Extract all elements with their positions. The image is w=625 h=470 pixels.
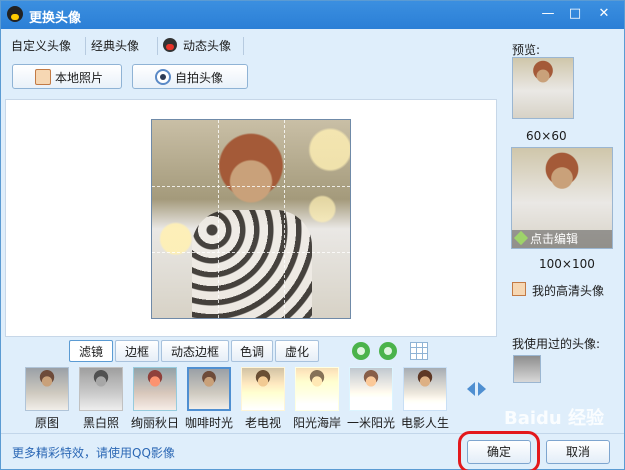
used-avatar-thumb[interactable]: [513, 355, 541, 383]
crop-photo[interactable]: [151, 119, 351, 319]
filter-thumb-autumn[interactable]: 绚丽秋日: [131, 367, 179, 430]
scroll-right-icon[interactable]: [478, 382, 486, 396]
tab-blur[interactable]: 虚化: [275, 340, 319, 362]
filter-preview: [241, 367, 285, 411]
filter-label: 阳光海岸: [292, 416, 341, 430]
filter-thumb-sunlight[interactable]: 一米阳光: [347, 367, 395, 430]
local-photo-button[interactable]: 本地照片: [12, 64, 122, 89]
webcam-icon: [155, 69, 171, 85]
self-photo-label: 自拍头像: [175, 71, 224, 85]
filter-thumb-old-tv[interactable]: 老电视: [239, 367, 287, 430]
filter-thumb-sunshine-coast[interactable]: 阳光海岸: [293, 367, 341, 430]
title-bar[interactable]: 更换头像 — □ ✕: [1, 1, 624, 29]
change-avatar-window: 更换头像 — □ ✕ 自定义头像 经典头像 动态头像 本地照片 自拍头像 滤镜 …: [0, 0, 625, 470]
hd-avatar-icon: [512, 282, 526, 296]
tab-divider: [85, 37, 86, 55]
filter-preview: [133, 367, 177, 411]
pencil-icon: [513, 230, 529, 246]
filter-thumb-bw[interactable]: 黑白照: [77, 367, 125, 430]
tab-dynamic-label: 动态头像: [183, 39, 232, 53]
preview-label: 预览:: [512, 43, 541, 57]
filter-thumb-original[interactable]: 原图: [23, 367, 71, 430]
preview-panel: 预览: 60×60 点击编辑 100×100 我的高清头像 我使用过的头像:: [504, 35, 624, 430]
qq-penguin-icon: [7, 6, 23, 22]
preview-60-size: 60×60: [526, 129, 567, 143]
crop-guide-line: [152, 186, 350, 187]
scroll-left-icon[interactable]: [467, 382, 475, 396]
rotate-right-icon[interactable]: [379, 342, 397, 360]
self-photo-button[interactable]: 自拍头像: [132, 64, 248, 89]
filter-label: 原图: [34, 416, 59, 430]
tab-filter[interactable]: 滤镜: [69, 340, 113, 362]
preview-100[interactable]: 点击编辑: [511, 147, 613, 249]
used-avatars-label: 我使用过的头像:: [512, 337, 601, 351]
filter-label: 咖啡时光: [184, 416, 233, 430]
tab-classic-avatar[interactable]: 经典头像: [91, 35, 155, 57]
filter-thumb-movie[interactable]: 电影人生: [401, 367, 449, 430]
tab-dynamic-border[interactable]: 动态边框: [161, 340, 229, 362]
crop-guide-line: [218, 120, 219, 318]
confirm-button[interactable]: 确定: [458, 431, 540, 470]
person-photo-icon: [35, 69, 51, 85]
filter-preview: [25, 367, 69, 411]
qq-penguin-icon: [163, 38, 177, 52]
footer-divider: [1, 433, 624, 434]
tab-custom-avatar[interactable]: 自定义头像: [11, 35, 83, 57]
maximize-button[interactable]: □: [563, 5, 587, 23]
crop-guide-line: [284, 120, 285, 318]
filter-thumb-coffee[interactable]: 咖啡时光: [185, 367, 233, 430]
filter-preview: [403, 367, 447, 411]
watermark: Baidu 经验: [504, 408, 605, 429]
filter-preview: [187, 367, 231, 411]
rotate-left-icon[interactable]: [352, 342, 370, 360]
tab-divider: [157, 37, 158, 55]
close-button[interactable]: ✕: [592, 5, 616, 23]
photo-subject: [192, 210, 312, 318]
tab-divider: [243, 37, 244, 55]
filter-label: 绚丽秋日: [130, 416, 179, 430]
filter-label: 电影人生: [400, 416, 449, 430]
filter-preview: [295, 367, 339, 411]
crop-guide-line: [152, 252, 350, 253]
tab-border[interactable]: 边框: [115, 340, 159, 362]
click-edit-strip[interactable]: 点击编辑: [512, 230, 612, 248]
hd-avatar-link[interactable]: 我的高清头像: [532, 282, 604, 299]
filter-label: 老电视: [244, 416, 281, 430]
filter-thumbnails: 原图 黑白照 绚丽秋日 咖啡时光 老电视 阳光海岸 一米阳光 电影人生: [23, 367, 463, 430]
preview-60: [512, 57, 574, 119]
minimize-button[interactable]: —: [536, 5, 560, 23]
grid-toggle-icon[interactable]: [410, 342, 428, 360]
filter-preview: [349, 367, 393, 411]
click-edit-label: 点击编辑: [530, 232, 579, 246]
local-photo-label: 本地照片: [55, 71, 104, 85]
filter-label: 一米阳光: [346, 416, 395, 430]
window-title: 更换头像: [29, 11, 82, 26]
preview-100-size: 100×100: [539, 257, 595, 271]
tab-dynamic-avatar[interactable]: 动态头像: [163, 35, 247, 57]
cancel-button[interactable]: 取消: [546, 440, 610, 464]
tab-tone[interactable]: 色调: [231, 340, 273, 362]
qq-image-link[interactable]: 更多精彩特效，请使用QQ影像: [12, 444, 175, 461]
filter-preview: [79, 367, 123, 411]
filter-label: 黑白照: [82, 416, 119, 430]
